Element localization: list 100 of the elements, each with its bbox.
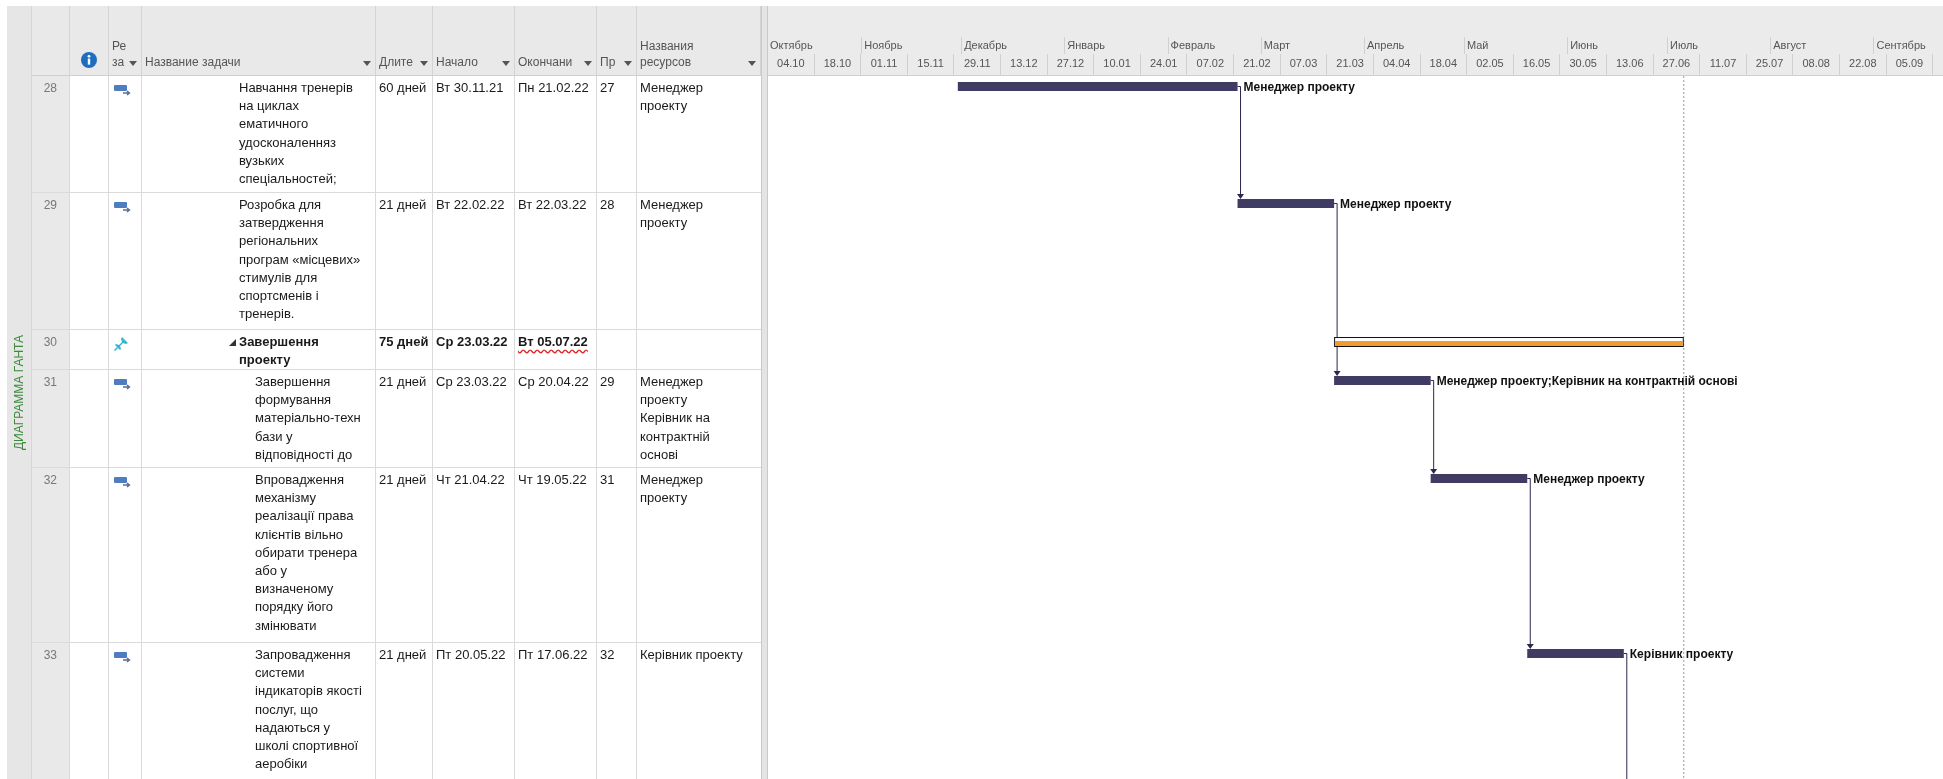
week-label: 13.12 <box>1010 57 1038 69</box>
start-date: Вт 22.02.22 <box>436 197 505 212</box>
start-date: Пт 20.05.22 <box>436 647 506 662</box>
week-label: 16.05 <box>1522 57 1551 69</box>
column-header[interactable]: Начало <box>433 6 515 75</box>
task-name: Розробка для затвердження регіональних програм «місцевих» стимулів для спортсменів і тренерів. <box>239 196 361 324</box>
week-label: 07.02 <box>1196 57 1225 69</box>
predecessor-text: 27 <box>600 80 615 95</box>
week-label: 25.07 <box>1755 57 1784 69</box>
week-label: 18.10 <box>823 57 852 69</box>
week-label: 15.11 <box>917 57 944 69</box>
month-label: Апрель <box>1367 39 1405 51</box>
duration-text: 21 дней <box>379 197 427 212</box>
predecessor-text: 28 <box>600 197 615 212</box>
month-label: Февраль <box>1170 39 1216 51</box>
column-header[interactable]: Название задачи <box>142 6 376 75</box>
caret-icon <box>502 61 510 66</box>
month-label: Август <box>1773 39 1807 51</box>
week-label: 04.04 <box>1382 57 1411 69</box>
view-label: ДИАГРАММА ГАНТА <box>12 334 26 451</box>
week-label: 29.11 <box>963 57 991 69</box>
month-label: Ноябрь <box>864 39 903 51</box>
column-header[interactable]: Окончани <box>515 6 597 75</box>
week-label: 02.05 <box>1476 57 1504 69</box>
week-label: 13.06 <box>1616 57 1644 69</box>
start-date: Ср 23.03.22 <box>436 374 507 389</box>
resource-names: Менеджер проекту Керівник на контрактній основі <box>640 373 710 464</box>
caret-icon <box>624 61 632 66</box>
pane-splitter[interactable] <box>761 6 768 779</box>
caret-icon <box>748 61 756 66</box>
row-number: 28 <box>32 76 70 192</box>
predecessor-text: 29 <box>600 374 615 389</box>
row-number: 32 <box>32 468 70 642</box>
row-number: 29 <box>32 193 70 329</box>
finish-date: Ср 20.04.22 <box>518 374 589 389</box>
resource-names: Менеджер проекту <box>640 471 704 508</box>
bar-label: Керівник проекту <box>1629 647 1734 661</box>
duration-text: 60 дней <box>379 80 427 95</box>
task-name: Навчання тренерів на циклах ематичного удосконаленняз вузьких спеціальностей; <box>239 79 353 188</box>
month-label: Декабрь <box>964 39 1007 51</box>
week-label: 21.03 <box>1336 57 1364 69</box>
caret-icon <box>129 61 137 66</box>
finish-date: Чт 19.05.22 <box>518 472 587 487</box>
week-label: 21.02 <box>1243 57 1271 69</box>
collapse-toggle-icon[interactable] <box>229 339 236 346</box>
resource-names: Керівник проекту <box>640 646 743 664</box>
month-label: Март <box>1263 39 1291 51</box>
summary-bar[interactable] <box>1334 337 1684 347</box>
month-label: Октябрь <box>770 39 813 51</box>
week-label: 11.07 <box>1709 57 1737 69</box>
task-bar[interactable] <box>957 82 1238 91</box>
week-label: 04.10 <box>777 57 805 69</box>
resource-names: Менеджер проекту <box>640 196 704 233</box>
predecessor-text: 31 <box>600 472 615 487</box>
info-icon <box>80 52 97 68</box>
column-header[interactable]: Длите <box>376 6 433 75</box>
duration-text: 21 дней <box>379 374 427 389</box>
predecessor-text: 32 <box>600 647 615 662</box>
start-date: Ср 23.03.22 <box>436 334 508 349</box>
row-number: 33 <box>32 643 70 779</box>
task-name: Впровадження механізму реалізації права клієнтів вільно обирати тренера або у визначеному порядку його змінювати <box>255 471 358 635</box>
bar-label: Менеджер проекту;Керівник на контрактній основі <box>1436 374 1738 388</box>
duration-text: 21 дней <box>379 647 427 662</box>
resource-names: Менеджер проекту <box>640 79 704 116</box>
task-bar[interactable] <box>1527 649 1624 658</box>
month-label: Сентябрь <box>1876 39 1926 51</box>
bar-label: Менеджер проекту <box>1243 80 1355 94</box>
task-name: Завершення формування матеріально-техн бази у відповідності до <box>255 373 361 464</box>
column-header[interactable]: Пр <box>597 6 637 75</box>
week-label: 27.06 <box>1662 57 1691 69</box>
week-label: 10.01 <box>1103 57 1131 69</box>
column-header[interactable]: Ре за <box>109 6 142 75</box>
week-label: 08.08 <box>1802 57 1830 69</box>
task-bar[interactable] <box>1237 199 1335 208</box>
month-label: Январь <box>1067 39 1106 51</box>
caret-icon <box>363 61 371 66</box>
task-bar[interactable] <box>1430 474 1528 483</box>
finish-date: Пн 21.02.22 <box>518 80 589 95</box>
start-date: Вт 30.11.21 <box>436 80 504 95</box>
duration-text: 75 дней <box>379 334 429 349</box>
task-name: Завершення проекту <box>239 333 319 370</box>
row-number: 30 <box>32 330 70 369</box>
week-label: 27.12 <box>1056 57 1085 69</box>
caret-icon <box>584 61 592 66</box>
task-name: Запровадження системи індикаторів якості послуг, що надаються у школі спортивної аеробіки <box>255 646 362 774</box>
start-date: Чт 21.04.22 <box>436 472 505 487</box>
caret-icon <box>420 61 428 66</box>
bar-label: Менеджер проекту <box>1533 472 1645 486</box>
month-label: Июль <box>1670 39 1699 51</box>
week-label: 22.08 <box>1849 57 1877 69</box>
month-label: Июнь <box>1570 39 1599 51</box>
month-label: Май <box>1466 39 1489 51</box>
row-number: 31 <box>32 370 70 467</box>
week-label: 24.01 <box>1149 57 1178 69</box>
week-label: 30.05 <box>1569 57 1597 69</box>
task-bar[interactable] <box>1334 376 1431 385</box>
week-label: 07.03 <box>1289 57 1318 69</box>
week-label: 01.11 <box>870 57 898 69</box>
finish-date: Вт 05.07.22 <box>518 334 588 349</box>
finish-date: Пт 17.06.22 <box>518 647 588 662</box>
